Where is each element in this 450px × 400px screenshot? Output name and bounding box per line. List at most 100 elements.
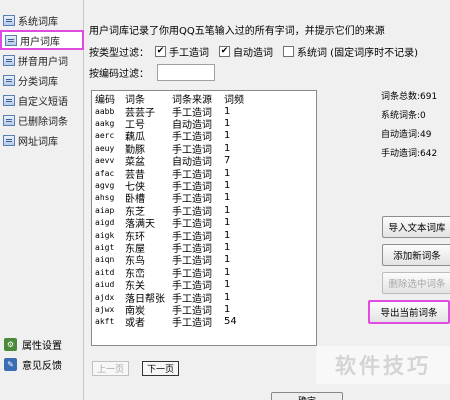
cell-code: aitd	[95, 267, 115, 277]
cell-frequency: 1	[224, 180, 231, 192]
column-header-frequency[interactable]: 词频	[222, 91, 252, 106]
cell-frequency: 1	[224, 167, 231, 179]
sidebar-item-user-lexicon[interactable]: 用户词库	[0, 30, 84, 50]
cell-frequency: 54	[224, 316, 237, 328]
settings-link[interactable]: ⚙ 属性设置	[0, 334, 84, 354]
stat-system: 系统词条:0	[381, 111, 426, 121]
settings-link-label: 属性设置	[22, 340, 62, 352]
stat-auto: 自动造词:49	[381, 130, 432, 140]
checkbox-label: 系统词 (固定词序时不记录)	[297, 47, 418, 59]
deleted-entries-icon	[3, 114, 15, 126]
table-row[interactable]: akft 或者 手工造词 54	[92, 316, 316, 330]
auto-words-checkbox[interactable]: ✔ 自动造词	[219, 44, 273, 59]
cell-frequency: 1	[224, 266, 231, 278]
cell-source: 手工造词	[172, 318, 212, 330]
cell-frequency: 1	[224, 241, 231, 253]
watermark: 软件技巧	[316, 346, 450, 384]
code-filter-input[interactable]	[157, 64, 215, 81]
cell-frequency: 1	[224, 291, 231, 303]
cell-code: agvg	[95, 181, 115, 191]
cell-frequency: 1	[224, 130, 231, 142]
cell-code: afac	[95, 168, 115, 178]
system-words-checkbox[interactable]: 系统词 (固定词序时不记录)	[283, 44, 418, 59]
feedback-icon: ✎	[4, 357, 17, 371]
prev-page-button[interactable]: 上一页	[92, 361, 130, 376]
ok-button[interactable]: 确定	[271, 392, 343, 400]
sidebar-item-url-lexicon[interactable]: 网址词库	[0, 130, 84, 150]
sidebar-nav: 系统词库 用户词库 拼音用户词 分类词库 自定义短语 已删除词条 网址词库	[0, 10, 84, 150]
checkbox-box[interactable]: ✔	[219, 45, 230, 57]
stat-total: 词条总数:691	[381, 92, 438, 102]
export-entries-button[interactable]: 导出当前词条	[368, 300, 450, 324]
page-description: 用户词库记录了你用QQ五笔输入过的所有字词，并提示它们的来源	[89, 26, 385, 37]
sidebar-item-label: 自定义短语	[18, 96, 68, 108]
cell-frequency: 1	[224, 303, 231, 315]
cell-code: ahsg	[95, 193, 115, 203]
word-table[interactable]: 编码 词条 词条来源 词频 aabb 芸芸子 手工造词 1 aakg 工号 自动造词 1 aer…	[91, 90, 317, 346]
cell-frequency: 1	[224, 229, 231, 241]
cell-code: aevv	[95, 156, 115, 166]
checkbox-box[interactable]	[283, 45, 294, 57]
stat-manual: 手动造词:642	[381, 149, 438, 159]
cell-code: akft	[95, 317, 115, 327]
cell-code: aabb	[95, 106, 115, 116]
checkbox-label: 手工造词	[169, 47, 209, 59]
sidebar-item-label: 网址词库	[18, 136, 58, 148]
sidebar-item-label: 已删除词条	[18, 116, 68, 128]
cell-code: aiqn	[95, 255, 115, 265]
cell-frequency: 1	[224, 279, 231, 291]
cell-code: aigk	[95, 230, 115, 240]
cell-frequency: 1	[224, 254, 231, 266]
sidebar-item-deleted-entries[interactable]: 已删除词条	[0, 110, 84, 130]
code-filter-row: 按编码过滤：	[89, 64, 215, 81]
cell-code: aeuy	[95, 143, 115, 153]
pinyin-user-words-icon	[3, 54, 15, 66]
sidebar: 系统词库 用户词库 拼音用户词 分类词库 自定义短语 已删除词条 网址词库 ⚙	[0, 0, 84, 400]
checkbox-box[interactable]: ✔	[155, 45, 166, 57]
main-panel: 用户词库记录了你用QQ五笔输入过的所有字词，并提示它们的来源 按类型过滤： ✔ …	[86, 0, 450, 400]
cell-frequency: 1	[224, 192, 231, 204]
cell-frequency: 1	[224, 105, 231, 117]
cell-frequency: 1	[224, 142, 231, 154]
cell-code: ajdx	[95, 292, 115, 302]
url-lexicon-icon	[3, 134, 15, 146]
checkbox-label: 自动造词	[233, 47, 273, 59]
cell-code: aerc	[95, 131, 115, 141]
cell-frequency: 7	[224, 155, 231, 167]
cell-frequency: 1	[224, 118, 231, 130]
next-page-button[interactable]: 下一页	[142, 361, 180, 376]
sidebar-item-system-lexicon[interactable]: 系统词库	[0, 10, 84, 30]
cell-code: ajwx	[95, 304, 115, 314]
sidebar-item-custom-phrase[interactable]: 自定义短语	[0, 90, 84, 110]
sidebar-item-label: 系统词库	[18, 16, 58, 28]
cell-frequency: 1	[224, 204, 231, 216]
feedback-link[interactable]: ✎ 意见反馈	[0, 354, 84, 374]
system-lexicon-icon	[3, 14, 15, 26]
column-header-code[interactable]: 编码	[92, 91, 124, 106]
cell-code: aiap	[95, 205, 115, 215]
sidebar-item-label: 用户词库	[20, 36, 60, 48]
sidebar-item-pinyin-user-words[interactable]: 拼音用户词	[0, 50, 84, 70]
type-filter-row: 按类型过滤： ✔ 手工造词 ✔ 自动造词 系统词 (固定词序时不记录)	[89, 44, 428, 59]
sidebar-item-label: 拼音用户词	[18, 56, 68, 68]
table-body: aabb 芸芸子 手工造词 1 aakg 工号 自动造词 1 aerc 藕瓜 手工造词 1 aeuy 勤豚…	[92, 105, 316, 330]
type-filter-label: 按类型过滤：	[89, 47, 149, 59]
cell-code: aakg	[95, 119, 115, 129]
pager: 上一页 下一页	[92, 361, 192, 376]
cell-word: 或者	[125, 318, 145, 330]
code-filter-label: 按编码过滤：	[89, 69, 149, 80]
cell-code: aigt	[95, 242, 115, 252]
cell-code: aigd	[95, 218, 115, 228]
import-text-lexicon-button[interactable]: 导入文本词库	[382, 216, 450, 238]
cell-code: aiud	[95, 280, 115, 290]
feedback-link-label: 意见反馈	[22, 360, 62, 372]
custom-phrase-icon	[3, 94, 15, 106]
sidebar-item-category-lexicon[interactable]: 分类词库	[0, 70, 84, 90]
delete-selected-button[interactable]: 删除选中词条	[382, 272, 450, 294]
sidebar-bottom-links: ⚙ 属性设置 ✎ 意见反馈	[0, 334, 84, 374]
settings-icon: ⚙	[4, 337, 17, 351]
sidebar-item-label: 分类词库	[18, 76, 58, 88]
manual-words-checkbox[interactable]: ✔ 手工造词	[155, 44, 209, 59]
category-lexicon-icon	[3, 74, 15, 86]
add-entry-button[interactable]: 添加新词条	[382, 244, 450, 266]
